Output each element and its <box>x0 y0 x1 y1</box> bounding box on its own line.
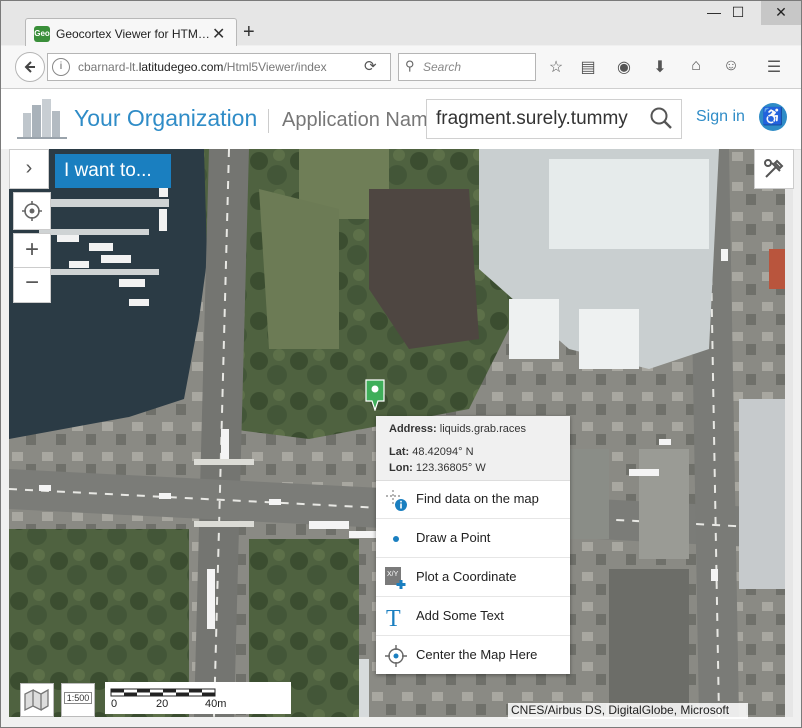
address-label: Address: <box>389 423 437 435</box>
organization-logo <box>17 99 67 139</box>
emoji-icon[interactable]: ☺ <box>720 57 742 75</box>
back-button[interactable] <box>15 52 45 82</box>
tab-close-icon[interactable]: ✕ <box>212 24 225 44</box>
tools-icon <box>764 159 784 178</box>
menu-item-label: Plot a Coordinate <box>416 569 517 584</box>
scale-bar: 0 20 40m <box>105 682 291 714</box>
address-row: Address: liquids.grab.races <box>389 423 526 435</box>
locate-me-button[interactable] <box>13 192 51 230</box>
plot-coordinate-icon: X/Y <box>385 567 406 589</box>
svg-text:X/Y: X/Y <box>387 571 399 578</box>
reload-icon[interactable]: ⟳ <box>364 57 377 75</box>
menu-icon[interactable]: ☰ <box>763 57 785 77</box>
tab-title: Geocortex Viewer for HTM… <box>56 27 210 41</box>
navigation-toolbar: i cbarnard-lt.latitudegeo.com/Html5Viewe… <box>1 46 801 89</box>
accessibility-icon[interactable]: ♿ <box>759 103 787 131</box>
center-map-icon <box>385 645 407 667</box>
app-header: Your Organization Application Name fragm… <box>1 89 801 150</box>
basemap-button[interactable] <box>20 683 54 717</box>
latitude-row: Lat: 48.42094° N <box>389 446 474 458</box>
latitude-value: 48.42094° N <box>412 446 474 458</box>
home-icon[interactable]: ⌂ <box>685 57 707 75</box>
browser-search-input[interactable]: ⚲ Search <box>398 53 536 81</box>
menu-item-label: Find data on the map <box>416 491 539 506</box>
search-placeholder: Search <box>423 60 462 74</box>
downloads-icon[interactable]: ⬇ <box>649 57 671 77</box>
map-pin-icon[interactable] <box>365 379 385 411</box>
i-want-to-menu-button[interactable]: I want to... <box>55 154 171 188</box>
menu-item-label: Center the Map Here <box>416 647 538 662</box>
site-info-icon[interactable]: i <box>52 58 70 76</box>
chevron-right-icon: › <box>25 157 33 179</box>
svg-text:T: T <box>386 606 401 629</box>
menu-item-plot-coordinate[interactable]: X/Y Plot a Coordinate <box>376 557 570 596</box>
longitude-row: Lon: 123.36805° W <box>389 462 486 474</box>
organization-name: Your Organization <box>74 105 258 131</box>
expand-panel-button[interactable]: › <box>9 149 49 189</box>
header-divider <box>268 109 269 133</box>
basemap-icon <box>24 688 49 712</box>
scale-ratio: 1:500 <box>64 692 92 704</box>
menu-item-label: Draw a Point <box>416 530 491 545</box>
scale-graphic <box>110 688 216 697</box>
search-icon[interactable] <box>649 106 673 130</box>
browser-window: Geo Geocortex Viewer for HTM… ✕ + — ☐ ✕ … <box>0 0 802 728</box>
sign-in-link[interactable]: Sign in <box>696 108 745 126</box>
search-icon: ⚲ <box>405 58 415 73</box>
url-text: cbarnard-lt.latitudegeo.com/Html5Viewer/… <box>78 60 327 74</box>
latitude-label: Lat: <box>389 446 410 458</box>
zoom-out-button[interactable]: − <box>13 267 51 303</box>
find-data-icon <box>386 490 407 511</box>
map-left-border <box>1 149 9 727</box>
map-scrollbar[interactable] <box>785 149 793 717</box>
menu-item-center-map[interactable]: Center the Map Here <box>376 635 570 674</box>
longitude-label: Lon: <box>389 462 413 474</box>
crosshair-icon <box>22 201 42 221</box>
add-text-icon: T <box>386 606 401 629</box>
plus-icon: + <box>24 236 39 263</box>
map-context-popup: Address: liquids.grab.races Lat: 48.4209… <box>376 416 570 674</box>
browser-tab[interactable]: Geo Geocortex Viewer for HTM… ✕ <box>25 18 237 49</box>
map-search-value: fragment.surely.tummy <box>436 108 628 129</box>
address-bar[interactable]: i cbarnard-lt.latitudegeo.com/Html5Viewe… <box>47 53 391 81</box>
tab-strip: Geo Geocortex Viewer for HTM… ✕ + — ☐ ✕ <box>1 1 801 49</box>
scale-tick-label: 0 <box>111 698 118 710</box>
longitude-value: 123.36805° W <box>415 462 486 474</box>
window-close-button[interactable]: ✕ <box>761 1 801 25</box>
bookmark-star-icon[interactable]: ☆ <box>545 57 567 77</box>
zoom-in-button[interactable]: + <box>13 233 51 269</box>
application-name: Application Name <box>282 109 428 131</box>
minus-icon: − <box>24 269 39 296</box>
reading-list-icon[interactable]: ▤ <box>577 57 599 77</box>
menu-item-draw-point[interactable]: Draw a Point <box>376 518 570 557</box>
new-tab-icon[interactable]: + <box>243 21 255 44</box>
menu-item-label: Add Some Text <box>416 608 504 623</box>
menu-item-find-data[interactable]: Find data on the map <box>376 480 570 518</box>
scale-tick-label: 40m <box>205 698 227 710</box>
pocket-icon[interactable]: ◉ <box>613 57 635 77</box>
scale-tick-label: 20 <box>156 698 169 710</box>
site-favicon-icon: Geo <box>34 26 50 42</box>
back-arrow-icon <box>24 61 35 73</box>
location-info: Address: liquids.grab.races Lat: 48.4209… <box>376 416 570 481</box>
map-search-input[interactable]: fragment.surely.tummy <box>426 99 682 139</box>
scale-input-button[interactable]: 1:500 <box>61 683 95 717</box>
draw-point-icon <box>393 536 399 542</box>
menu-item-add-text[interactable]: T Add Some Text <box>376 596 570 635</box>
tools-button[interactable] <box>754 149 794 189</box>
map-attribution: CNES/Airbus DS, DigitalGlobe, Microsoft <box>508 703 748 719</box>
maximize-button[interactable]: ☐ <box>721 1 755 25</box>
address-value: liquids.grab.races <box>439 423 526 435</box>
